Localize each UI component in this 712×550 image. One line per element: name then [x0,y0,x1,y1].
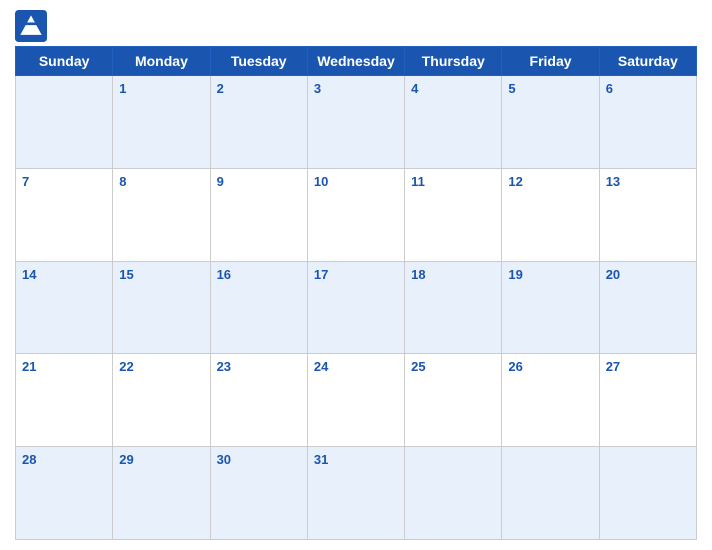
date-number: 26 [508,359,522,374]
calendar-cell: 6 [599,76,696,169]
calendar-header [15,10,697,42]
date-number: 10 [314,174,328,189]
calendar-cell: 18 [405,261,502,354]
calendar-cell: 28 [16,447,113,540]
calendar-cell: 30 [210,447,307,540]
date-number: 4 [411,81,418,96]
date-number: 2 [217,81,224,96]
calendar-cell: 16 [210,261,307,354]
calendar-cell: 8 [113,168,210,261]
date-number: 12 [508,174,522,189]
calendar-cell: 11 [405,168,502,261]
date-number: 16 [217,267,231,282]
calendar-cell: 4 [405,76,502,169]
calendar-cell: 17 [307,261,404,354]
date-number: 29 [119,452,133,467]
weekday-header-sunday: Sunday [16,47,113,76]
date-number: 6 [606,81,613,96]
weekday-header-friday: Friday [502,47,599,76]
date-number: 27 [606,359,620,374]
calendar-cell: 7 [16,168,113,261]
weekday-header-monday: Monday [113,47,210,76]
logo-area [15,10,51,42]
calendar-week-row: 21 22 23 24 25 26 27 [16,354,697,447]
date-number: 19 [508,267,522,282]
calendar-cell: 31 [307,447,404,540]
calendar-cell: 10 [307,168,404,261]
weekday-header-tuesday: Tuesday [210,47,307,76]
weekday-header-wednesday: Wednesday [307,47,404,76]
date-number: 30 [217,452,231,467]
date-number: 8 [119,174,126,189]
calendar-cell [405,447,502,540]
calendar-cell: 21 [16,354,113,447]
date-number: 15 [119,267,133,282]
date-number: 23 [217,359,231,374]
calendar-cell: 9 [210,168,307,261]
calendar-cell: 1 [113,76,210,169]
date-number: 21 [22,359,36,374]
calendar-week-row: 28 29 30 31 [16,447,697,540]
date-number: 9 [217,174,224,189]
date-number: 1 [119,81,126,96]
calendar-cell: 20 [599,261,696,354]
date-number: 24 [314,359,328,374]
calendar-week-row: 14 15 16 17 18 19 20 [16,261,697,354]
calendar-cell: 15 [113,261,210,354]
calendar-cell: 29 [113,447,210,540]
calendar-cell [599,447,696,540]
date-number: 20 [606,267,620,282]
calendar-cell: 13 [599,168,696,261]
date-number: 22 [119,359,133,374]
calendar-cell: 19 [502,261,599,354]
calendar-cell: 3 [307,76,404,169]
date-number: 28 [22,452,36,467]
calendar-cell: 5 [502,76,599,169]
weekday-header-thursday: Thursday [405,47,502,76]
calendar-cell: 23 [210,354,307,447]
date-number: 17 [314,267,328,282]
date-number: 5 [508,81,515,96]
calendar-table: SundayMondayTuesdayWednesdayThursdayFrid… [15,46,697,540]
calendar-cell: 27 [599,354,696,447]
calendar-cell: 14 [16,261,113,354]
date-number: 14 [22,267,36,282]
calendar-cell: 2 [210,76,307,169]
calendar-cell [502,447,599,540]
date-number: 13 [606,174,620,189]
calendar-cell: 24 [307,354,404,447]
calendar-cell [16,76,113,169]
date-number: 11 [411,174,425,189]
weekday-header-saturday: Saturday [599,47,696,76]
calendar-cell: 22 [113,354,210,447]
calendar-cell: 12 [502,168,599,261]
calendar-cell: 25 [405,354,502,447]
date-number: 3 [314,81,321,96]
date-number: 31 [314,452,328,467]
calendar-cell: 26 [502,354,599,447]
date-number: 18 [411,267,425,282]
weekday-header-row: SundayMondayTuesdayWednesdayThursdayFrid… [16,47,697,76]
date-number: 7 [22,174,29,189]
calendar-week-row: 1 2 3 4 5 6 [16,76,697,169]
calendar-week-row: 7 8 9 10 11 12 13 [16,168,697,261]
date-number: 25 [411,359,425,374]
generalblue-logo-icon [15,10,47,42]
